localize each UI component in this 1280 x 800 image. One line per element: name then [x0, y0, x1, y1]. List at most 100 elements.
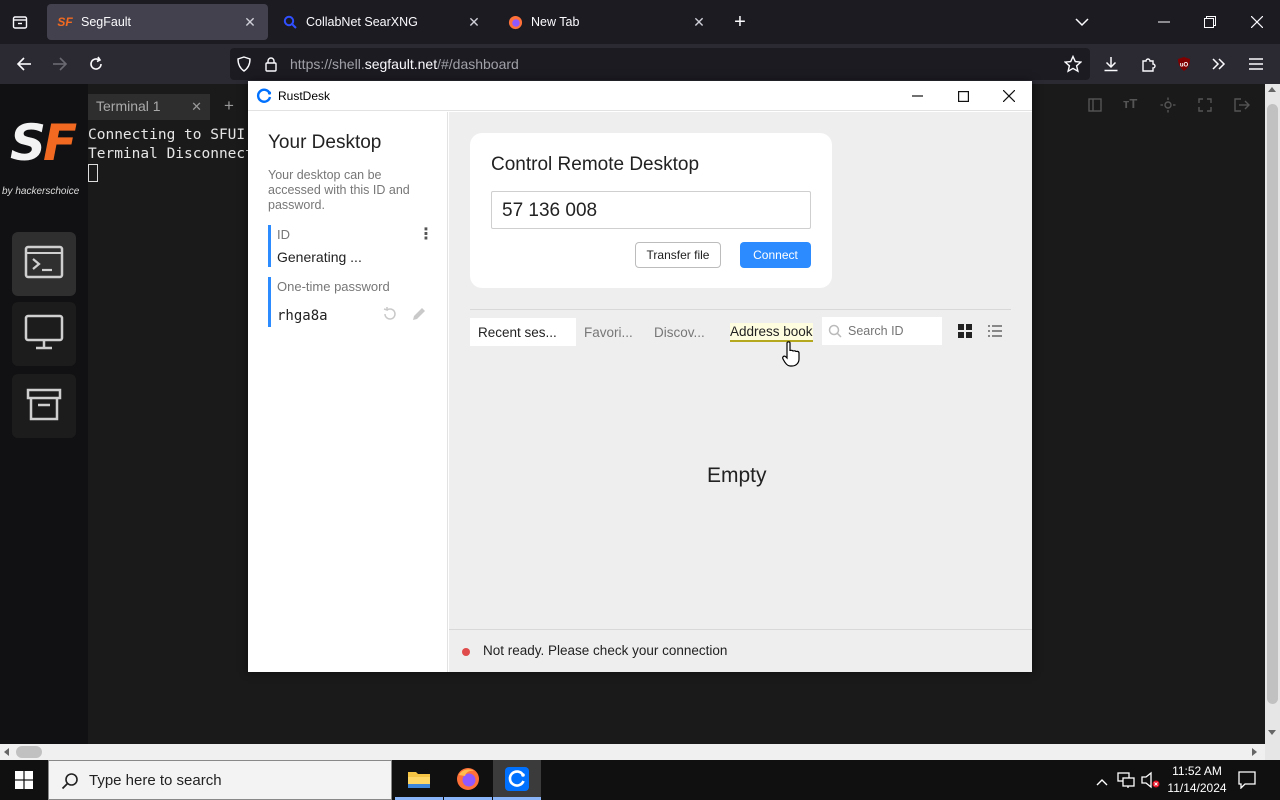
- ublock-origin-icon[interactable]: uO: [1168, 48, 1200, 80]
- extensions-puzzle-icon[interactable]: [1132, 48, 1164, 80]
- taskbar-clock[interactable]: 11:52 AM 11/14/2024: [1160, 763, 1234, 797]
- monitor-icon: [24, 314, 64, 355]
- taskbar-search-box[interactable]: Type here to search: [48, 760, 392, 800]
- tab-discovered[interactable]: Discov...: [646, 318, 722, 346]
- scroll-left-arrow-icon[interactable]: [4, 748, 9, 756]
- desktop-nav-button[interactable]: [12, 302, 76, 366]
- id-more-options-icon[interactable]: ⋮: [418, 224, 434, 244]
- search-id-field[interactable]: [822, 317, 942, 345]
- forward-arrow-icon[interactable]: [44, 48, 76, 80]
- hand-cursor-icon: [782, 341, 800, 372]
- firefox-favicon-icon: [507, 14, 523, 30]
- tab-overflow-chevron-down-icon[interactable]: [1066, 6, 1098, 38]
- edit-password-pencil-icon[interactable]: [411, 306, 427, 327]
- vertical-scrollbar[interactable]: [1265, 84, 1280, 744]
- password-accent-bar: [268, 277, 271, 327]
- close-window-icon[interactable]: [1241, 6, 1273, 38]
- url-bar[interactable]: https://shell.segfault.net/#/dashboard: [230, 48, 1090, 80]
- tab-recent-sessions[interactable]: Recent ses...: [470, 318, 576, 346]
- your-desktop-title: Your Desktop: [268, 132, 382, 153]
- search-icon: [828, 324, 842, 343]
- archive-icon: [25, 386, 63, 427]
- horizontal-scroll-thumb[interactable]: [16, 746, 42, 758]
- divider: [470, 309, 1011, 310]
- terminal-tab[interactable]: Terminal 1 ✕: [88, 94, 210, 120]
- connect-button[interactable]: Connect: [740, 242, 811, 268]
- rustdesk-titlebar[interactable]: RustDesk: [248, 81, 1032, 111]
- remote-id-input[interactable]: 57 136 008: [491, 191, 811, 229]
- logout-icon[interactable]: [1234, 98, 1250, 117]
- lock-icon[interactable]: [264, 56, 278, 77]
- id-accent-bar: [268, 225, 271, 267]
- id-value: Generating ...: [277, 249, 362, 265]
- files-nav-button[interactable]: [12, 374, 76, 438]
- file-explorer-taskbar-icon[interactable]: [395, 760, 443, 800]
- more-tools-double-chevron-icon[interactable]: [1203, 48, 1235, 80]
- notifications-icon[interactable]: [1238, 771, 1256, 794]
- tracking-protection-shield-icon[interactable]: [236, 56, 252, 77]
- hamburger-menu-icon[interactable]: [1240, 48, 1272, 80]
- new-tab-icon[interactable]: +: [724, 6, 756, 38]
- volume-muted-icon[interactable]: [1141, 771, 1161, 794]
- empty-state-text: Empty: [707, 464, 767, 487]
- browser-tab-new-tab[interactable]: New Tab ✕: [497, 4, 717, 40]
- control-remote-desktop-title: Control Remote Desktop: [491, 154, 700, 175]
- scrollbar-corner: [1265, 744, 1280, 760]
- firefox-taskbar-icon[interactable]: [444, 760, 492, 800]
- transfer-file-button[interactable]: Transfer file: [635, 242, 721, 268]
- tab-favorites[interactable]: Favori...: [576, 318, 646, 346]
- list-view-icon[interactable]: [982, 319, 1008, 343]
- network-icon[interactable]: [1117, 771, 1135, 794]
- control-remote-desktop-card: Control Remote Desktop 57 136 008 Transf…: [470, 133, 832, 288]
- minimize-icon[interactable]: [1148, 6, 1180, 38]
- back-arrow-icon[interactable]: [8, 48, 40, 80]
- rustdesk-minimize-icon[interactable]: [894, 81, 940, 111]
- browser-tab-segfault[interactable]: SF SegFault ✕: [47, 4, 268, 40]
- control-panel: Control Remote Desktop 57 136 008 Transf…: [449, 112, 1032, 672]
- rustdesk-maximize-icon[interactable]: [940, 81, 986, 111]
- list-all-tabs-icon[interactable]: [4, 6, 36, 38]
- browser-tab-bar: SF SegFault ✕ CollabNet SearXNG ✕ New Ta…: [0, 0, 1280, 44]
- scroll-right-arrow-icon[interactable]: [1252, 748, 1257, 756]
- scroll-up-arrow-icon[interactable]: [1268, 87, 1276, 92]
- font-size-icon[interactable]: тT: [1123, 96, 1137, 111]
- bookmark-star-icon[interactable]: [1057, 48, 1089, 80]
- reload-icon[interactable]: [80, 48, 112, 80]
- segfault-byline: by hackerschoice: [2, 186, 80, 197]
- search-id-input[interactable]: [848, 322, 938, 340]
- windows-start-icon[interactable]: [0, 760, 48, 800]
- horizontal-scrollbar[interactable]: [0, 744, 1265, 760]
- refresh-password-icon[interactable]: [382, 306, 398, 327]
- connection-status-text: Not ready. Please check your connection: [483, 643, 728, 658]
- id-label: ID: [277, 227, 290, 242]
- grid-view-icon[interactable]: [952, 319, 978, 343]
- terminal-icon: [24, 245, 64, 284]
- browser-tab-searxng[interactable]: CollabNet SearXNG ✕: [272, 4, 492, 40]
- url-text[interactable]: https://shell.segfault.net/#/dashboard: [290, 56, 519, 72]
- close-tab-icon[interactable]: ✕: [466, 14, 482, 30]
- theme-sun-icon[interactable]: [1160, 97, 1176, 118]
- close-tab-icon[interactable]: ✕: [691, 14, 707, 30]
- rustdesk-logo-icon: [256, 88, 272, 109]
- fullscreen-icon[interactable]: [1198, 98, 1212, 117]
- one-time-password-value: rhga8a: [277, 308, 328, 324]
- scroll-down-arrow-icon[interactable]: [1268, 730, 1276, 735]
- rustdesk-close-icon[interactable]: [986, 81, 1032, 111]
- windows-taskbar: Type here to search 11:52 AM 11/14/2024: [0, 760, 1280, 800]
- show-hidden-icons-chevron-up-icon[interactable]: [1096, 773, 1108, 791]
- rustdesk-window: RustDesk Your Desktop Your desktop can b…: [248, 81, 1032, 672]
- restore-icon[interactable]: [1194, 6, 1226, 38]
- rustdesk-taskbar-icon[interactable]: [493, 760, 541, 800]
- search-favicon-icon: [282, 14, 298, 30]
- terminal-nav-button[interactable]: [12, 232, 76, 296]
- close-tab-icon[interactable]: ✕: [242, 14, 258, 30]
- downloads-icon[interactable]: [1095, 48, 1127, 80]
- tab-address-book[interactable]: Address book: [722, 318, 822, 346]
- clock-date: 11/14/2024: [1167, 781, 1227, 795]
- taskbar-search-icon: [61, 772, 79, 795]
- vertical-scroll-thumb[interactable]: [1267, 104, 1278, 704]
- close-terminal-tab-icon[interactable]: ✕: [191, 99, 202, 115]
- add-terminal-icon[interactable]: +: [224, 96, 234, 116]
- browser-nav-bar: https://shell.segfault.net/#/dashboard u…: [0, 44, 1280, 84]
- split-pane-icon[interactable]: [1088, 98, 1102, 117]
